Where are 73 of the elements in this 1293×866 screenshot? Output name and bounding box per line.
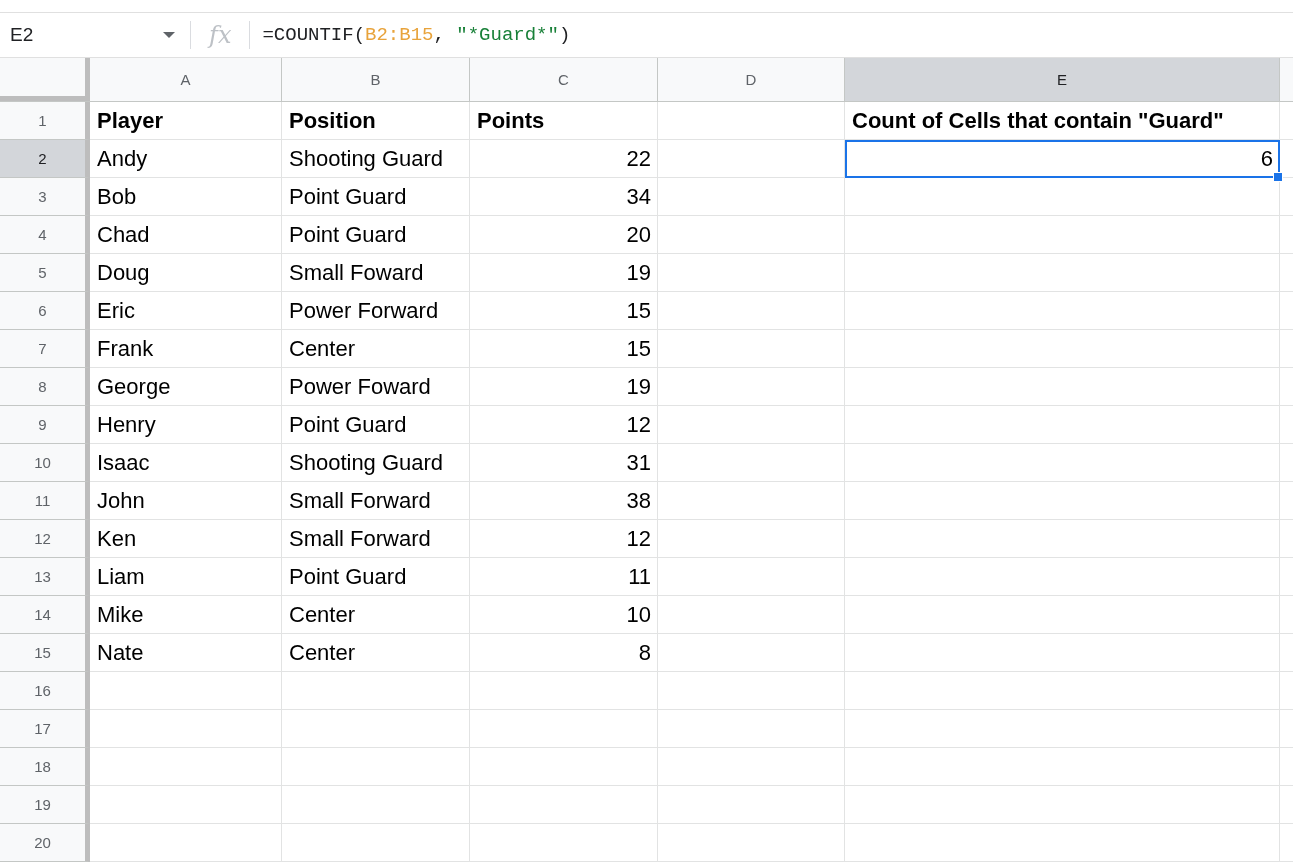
row-header[interactable]: 9 [0, 406, 90, 444]
row-header[interactable]: 18 [0, 748, 90, 786]
table-cell[interactable]: Count of Cells that contain "Guard" [845, 108, 1280, 134]
table-cell[interactable]: Henry [90, 412, 282, 438]
table-cell[interactable]: 12 [470, 526, 658, 552]
table-cell[interactable]: 8 [470, 640, 658, 666]
table-cell[interactable]: Liam [90, 564, 282, 590]
table-cell[interactable]: Doug [90, 260, 282, 286]
table-cell[interactable]: Point Guard [282, 222, 470, 248]
table-cell[interactable]: Position [282, 108, 470, 134]
table-cell[interactable]: Points [470, 108, 658, 134]
row-header[interactable]: 16 [0, 672, 90, 710]
row-header[interactable]: 5 [0, 254, 90, 292]
table-cell[interactable]: Frank [90, 336, 282, 362]
table-cell[interactable]: Player [90, 108, 282, 134]
row-header[interactable]: 17 [0, 710, 90, 748]
table-cell[interactable]: Center [282, 336, 470, 362]
table-cell[interactable]: Center [282, 602, 470, 628]
table-cell[interactable]: Bob [90, 184, 282, 210]
row-header[interactable]: 6 [0, 292, 90, 330]
row-header[interactable]: 7 [0, 330, 90, 368]
table-cell[interactable]: 19 [470, 374, 658, 400]
table-cell[interactable]: Isaac [90, 450, 282, 476]
table-cell[interactable]: Nate [90, 640, 282, 666]
table-cell[interactable]: Small Forward [282, 526, 470, 552]
table-cell[interactable]: 19 [470, 260, 658, 286]
row-header[interactable]: 11 [0, 482, 90, 520]
cell-reference: E2 [10, 24, 34, 46]
active-cell[interactable]: 6 [845, 140, 1280, 178]
table-cell[interactable]: Andy [90, 146, 282, 172]
table-cell[interactable]: 15 [470, 298, 658, 324]
row-header[interactable]: 20 [0, 824, 90, 862]
table-cell[interactable]: Eric [90, 298, 282, 324]
table-cell[interactable]: 34 [470, 184, 658, 210]
table-cell[interactable]: Power Foward [282, 374, 470, 400]
table-cell[interactable]: Point Guard [282, 412, 470, 438]
row-header[interactable]: 3 [0, 178, 90, 216]
row-header[interactable]: 2 [0, 140, 90, 178]
table-cell[interactable]: John [90, 488, 282, 514]
row-header[interactable]: 13 [0, 558, 90, 596]
row-header[interactable]: 8 [0, 368, 90, 406]
row-header[interactable]: 14 [0, 596, 90, 634]
table-cell[interactable]: 20 [470, 222, 658, 248]
formula-input[interactable]: =COUNTIF(B2:B15, "*Guard*") [250, 24, 571, 46]
table-cell[interactable]: Point Guard [282, 184, 470, 210]
row-header[interactable]: 15 [0, 634, 90, 672]
row-header[interactable]: 10 [0, 444, 90, 482]
table-cell[interactable]: 38 [470, 488, 658, 514]
table-cell[interactable]: 15 [470, 336, 658, 362]
row-header[interactable]: 1 [0, 102, 90, 140]
table-cell[interactable]: Center [282, 640, 470, 666]
table-cell[interactable]: George [90, 374, 282, 400]
table-cell[interactable]: Chad [90, 222, 282, 248]
table-cell[interactable]: Small Foward [282, 260, 470, 286]
table-cell[interactable]: Small Forward [282, 488, 470, 514]
table-cell[interactable]: 10 [470, 602, 658, 628]
table-cell[interactable]: 22 [470, 146, 658, 172]
table-cell[interactable]: 12 [470, 412, 658, 438]
column-header[interactable]: E [845, 58, 1280, 101]
table-cell[interactable]: 31 [470, 450, 658, 476]
row-header[interactable]: 12 [0, 520, 90, 558]
table-cell[interactable]: Point Guard [282, 564, 470, 590]
row-header[interactable]: 19 [0, 786, 90, 824]
table-cell[interactable]: Mike [90, 602, 282, 628]
function-icon: fx [191, 21, 250, 49]
table-cell[interactable]: 11 [470, 564, 658, 590]
dropdown-icon[interactable] [162, 31, 176, 39]
fill-handle[interactable] [1273, 172, 1283, 182]
row-header[interactable]: 4 [0, 216, 90, 254]
table-cell[interactable]: Shooting Guard [282, 146, 470, 172]
table-cell[interactable]: Ken [90, 526, 282, 552]
table-cell[interactable]: Shooting Guard [282, 450, 470, 476]
table-cell[interactable]: Power Forward [282, 298, 470, 324]
